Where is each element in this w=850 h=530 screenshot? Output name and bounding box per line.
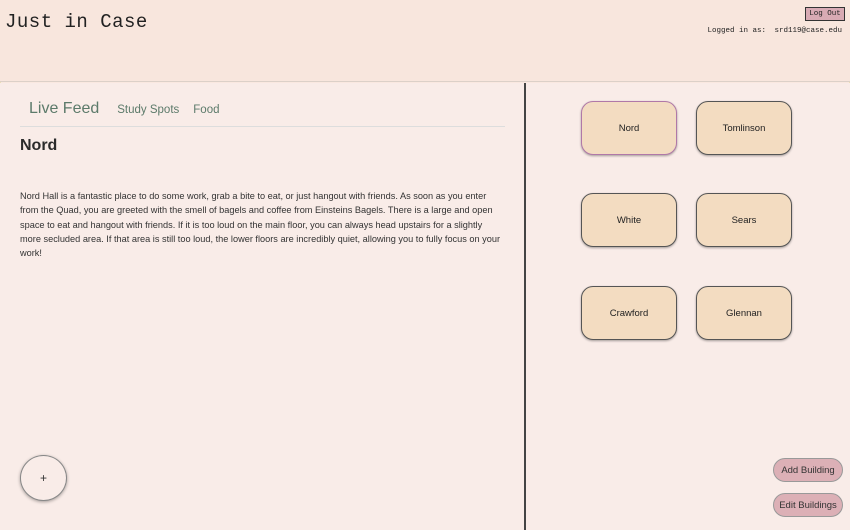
add-building-button[interactable]: Add Building xyxy=(773,458,843,482)
add-post-button[interactable]: + xyxy=(20,455,67,501)
building-button-tomlinson[interactable]: Tomlinson xyxy=(696,101,792,155)
tab-study-spots[interactable]: Study Spots xyxy=(117,104,179,116)
buildings-panel: Nord Tomlinson White Sears Crawford Glen… xyxy=(526,83,850,530)
logged-in-status: Logged in as: srd119@case.edu xyxy=(707,27,842,35)
building-button-nord[interactable]: Nord xyxy=(581,101,677,155)
place-title: Nord xyxy=(20,137,58,154)
building-button-glennan[interactable]: Glennan xyxy=(696,286,792,340)
building-button-crawford[interactable]: Crawford xyxy=(581,286,677,340)
plus-icon: + xyxy=(39,471,47,485)
place-description: Nord Hall is a fantastic place to do som… xyxy=(20,191,501,259)
feed-panel: Live Feed Study Spots Food Nord Nord Hal… xyxy=(0,83,524,530)
tab-bar: Live Feed Study Spots Food xyxy=(20,100,505,127)
tab-live-feed[interactable]: Live Feed xyxy=(29,100,99,118)
tab-food[interactable]: Food xyxy=(193,104,219,116)
top-header: Just in Case Log Out Logged in as: srd11… xyxy=(0,0,850,82)
logged-in-label: Logged in as: xyxy=(707,27,766,35)
edit-buildings-button[interactable]: Edit Buildings xyxy=(773,493,843,517)
app-title: Just in Case xyxy=(5,11,148,33)
logout-button[interactable]: Log Out xyxy=(805,7,845,21)
user-email: srd119@case.edu xyxy=(774,27,842,35)
building-button-white[interactable]: White xyxy=(581,193,677,247)
building-button-sears[interactable]: Sears xyxy=(696,193,792,247)
